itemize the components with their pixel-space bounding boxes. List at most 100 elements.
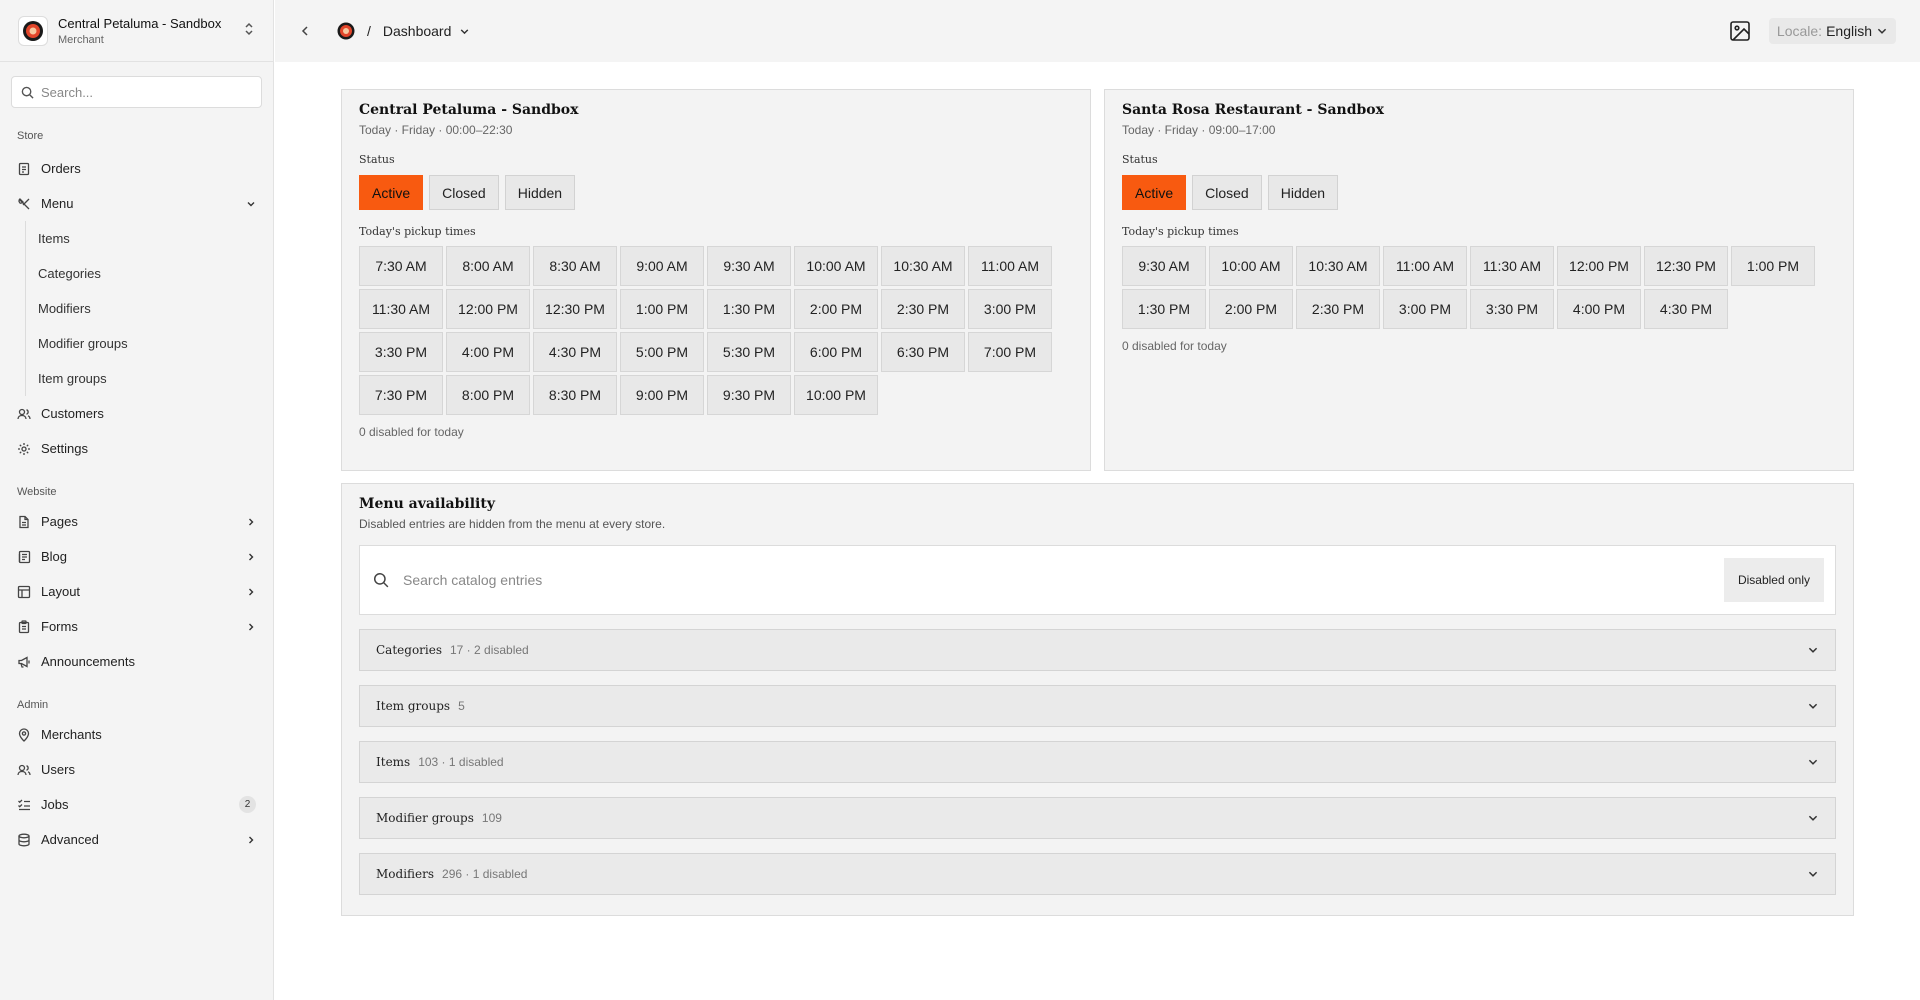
pickup-time-slot[interactable]: 9:00 AM <box>620 246 704 286</box>
pickup-time-slot[interactable]: 12:00 PM <box>1557 246 1641 286</box>
merchant-switcher[interactable]: Central Petaluma - Sandbox Merchant <box>0 0 273 62</box>
pickup-time-slot[interactable]: 12:30 PM <box>1644 246 1728 286</box>
pickup-time-slot[interactable]: 10:00 PM <box>794 375 878 415</box>
pickup-time-slot[interactable]: 11:00 AM <box>968 246 1052 286</box>
list-checks-icon <box>17 797 33 813</box>
pickup-time-slot[interactable]: 8:00 AM <box>446 246 530 286</box>
sidebar-item-users[interactable]: Users <box>0 752 273 787</box>
pickup-time-slot[interactable]: 7:30 PM <box>359 375 443 415</box>
pickup-time-slot[interactable]: 8:00 PM <box>446 375 530 415</box>
status-closed-button[interactable]: Closed <box>429 175 499 210</box>
merchant-logo-icon[interactable] <box>337 22 355 40</box>
pickup-time-slot[interactable]: 7:00 PM <box>968 332 1052 372</box>
sidebar-item-menu[interactable]: Menu <box>0 186 273 221</box>
disabled-only-toggle[interactable]: Disabled only <box>1723 558 1824 602</box>
pickup-time-slot[interactable]: 2:30 PM <box>1296 289 1380 329</box>
sidebar-item-label: Users <box>41 762 75 777</box>
sidebar-subitem-modifier-groups[interactable]: Modifier groups <box>25 326 273 361</box>
pickup-time-slot[interactable]: 11:30 AM <box>359 289 443 329</box>
status-active-button[interactable]: Active <box>359 175 424 210</box>
sidebar-subitem-items[interactable]: Items <box>25 221 273 256</box>
sidebar-item-settings[interactable]: Settings <box>0 431 273 466</box>
accordion-modifier-groups[interactable]: Modifier groups 109 <box>359 797 1836 839</box>
sidebar-item-label: Announcements <box>41 654 135 669</box>
pickup-time-slot[interactable]: 4:30 PM <box>1644 289 1728 329</box>
status-active-button[interactable]: Active <box>1122 175 1187 210</box>
locale-select[interactable]: Locale: English <box>1768 18 1896 44</box>
sidebar-item-label: Settings <box>41 441 88 456</box>
pickup-time-slot[interactable]: 6:00 PM <box>794 332 878 372</box>
status-hidden-button[interactable]: Hidden <box>504 175 576 210</box>
sidebar-subitem-item-groups[interactable]: Item groups <box>25 361 273 396</box>
status-closed-button[interactable]: Closed <box>1192 175 1262 210</box>
chevron-right-icon <box>246 517 256 527</box>
chevrons-up-down-icon <box>243 22 255 39</box>
pickup-time-slot[interactable]: 8:30 PM <box>533 375 617 415</box>
accordion-modifiers[interactable]: Modifiers 296 · 1 disabled <box>359 853 1836 895</box>
locale-label: Locale: <box>1776 23 1823 39</box>
pickup-time-slot[interactable]: 10:30 AM <box>881 246 965 286</box>
pickup-time-slot[interactable]: 3:30 PM <box>359 332 443 372</box>
sidebar-item-announcements[interactable]: Announcements <box>0 644 273 679</box>
pickup-time-slot[interactable]: 8:30 AM <box>533 246 617 286</box>
accordion-categories[interactable]: Categories 17 · 2 disabled <box>359 629 1836 671</box>
section-store: Store <box>17 130 44 142</box>
pickup-time-slot[interactable]: 9:30 PM <box>707 375 791 415</box>
pickup-time-slot[interactable]: 10:30 AM <box>1296 246 1380 286</box>
pickup-time-slot[interactable]: 2:00 PM <box>1209 289 1293 329</box>
sidebar-item-blog[interactable]: Blog <box>0 539 273 574</box>
sidebar-item-forms[interactable]: Forms <box>0 609 273 644</box>
sidebar-item-merchants[interactable]: Merchants <box>0 717 273 752</box>
pickup-time-slot[interactable]: 1:00 PM <box>620 289 704 329</box>
pickup-time-slot[interactable]: 1:30 PM <box>1122 289 1206 329</box>
chevron-down-icon <box>1807 868 1819 880</box>
breadcrumb-dashboard[interactable]: Dashboard <box>383 23 471 39</box>
pickup-time-slot[interactable]: 12:30 PM <box>533 289 617 329</box>
back-arrow-icon[interactable] <box>299 25 311 37</box>
pickup-time-slot[interactable]: 2:00 PM <box>794 289 878 329</box>
catalog-search-input[interactable] <box>403 572 1724 588</box>
catalog-accordion: Categories 17 · 2 disabled Item groups 5… <box>359 629 1836 895</box>
pickup-time-slot[interactable]: 10:00 AM <box>794 246 878 286</box>
sidebar-item-layout[interactable]: Layout <box>0 574 273 609</box>
pickup-time-slot[interactable]: 11:30 AM <box>1470 246 1554 286</box>
pickup-time-slot[interactable]: 9:30 AM <box>1122 246 1206 286</box>
jobs-count-badge: 2 <box>239 796 256 813</box>
pickup-time-slot[interactable]: 9:00 PM <box>620 375 704 415</box>
sidebar-item-orders[interactable]: Orders <box>0 151 273 186</box>
chevron-right-icon <box>246 622 256 632</box>
pickup-time-slot[interactable]: 3:00 PM <box>968 289 1052 329</box>
pickup-time-slot[interactable]: 6:30 PM <box>881 332 965 372</box>
accordion-item-groups[interactable]: Item groups 5 <box>359 685 1836 727</box>
status-hidden-button[interactable]: Hidden <box>1267 175 1339 210</box>
pickup-time-slot[interactable]: 9:30 AM <box>707 246 791 286</box>
accordion-title: Item groups <box>376 699 451 713</box>
pickup-time-slot[interactable]: 4:00 PM <box>446 332 530 372</box>
sidebar-subitem-modifiers[interactable]: Modifiers <box>25 291 273 326</box>
pickup-time-slot[interactable]: 1:00 PM <box>1731 246 1815 286</box>
pickup-time-slot[interactable]: 4:30 PM <box>533 332 617 372</box>
pickup-time-slot[interactable]: 10:00 AM <box>1209 246 1293 286</box>
sidebar-item-advanced[interactable]: Advanced <box>0 822 273 857</box>
sidebar-item-jobs[interactable]: Jobs 2 <box>0 787 273 822</box>
sidebar-item-pages[interactable]: Pages <box>0 504 273 539</box>
pickup-time-slot[interactable]: 2:30 PM <box>881 289 965 329</box>
pickup-time-slot[interactable]: 12:00 PM <box>446 289 530 329</box>
disabled-count-note: 0 disabled for today <box>359 425 464 439</box>
pickup-time-slot[interactable]: 5:00 PM <box>620 332 704 372</box>
pickup-times-grid: 7:30 AM 8:00 AM 8:30 AM 9:00 AM 9:30 AM 10:00… <box>359 246 1073 415</box>
pickup-time-slot[interactable]: 5:30 PM <box>707 332 791 372</box>
sidebar-item-customers[interactable]: Customers <box>0 396 273 431</box>
pickup-time-slot[interactable]: 4:00 PM <box>1557 289 1641 329</box>
sidebar-search[interactable]: Search... <box>11 76 262 108</box>
accordion-items[interactable]: Items 103 · 1 disabled <box>359 741 1836 783</box>
accordion-title: Items <box>376 755 411 769</box>
pickup-time-slot[interactable]: 3:00 PM <box>1383 289 1467 329</box>
pickup-time-slot[interactable]: 1:30 PM <box>707 289 791 329</box>
pickup-time-slot[interactable]: 3:30 PM <box>1470 289 1554 329</box>
menu-availability-title: Menu availability <box>359 496 495 512</box>
pickup-time-slot[interactable]: 11:00 AM <box>1383 246 1467 286</box>
sidebar-subitem-categories[interactable]: Categories <box>25 256 273 291</box>
pickup-time-slot[interactable]: 7:30 AM <box>359 246 443 286</box>
image-icon[interactable] <box>1729 20 1751 42</box>
